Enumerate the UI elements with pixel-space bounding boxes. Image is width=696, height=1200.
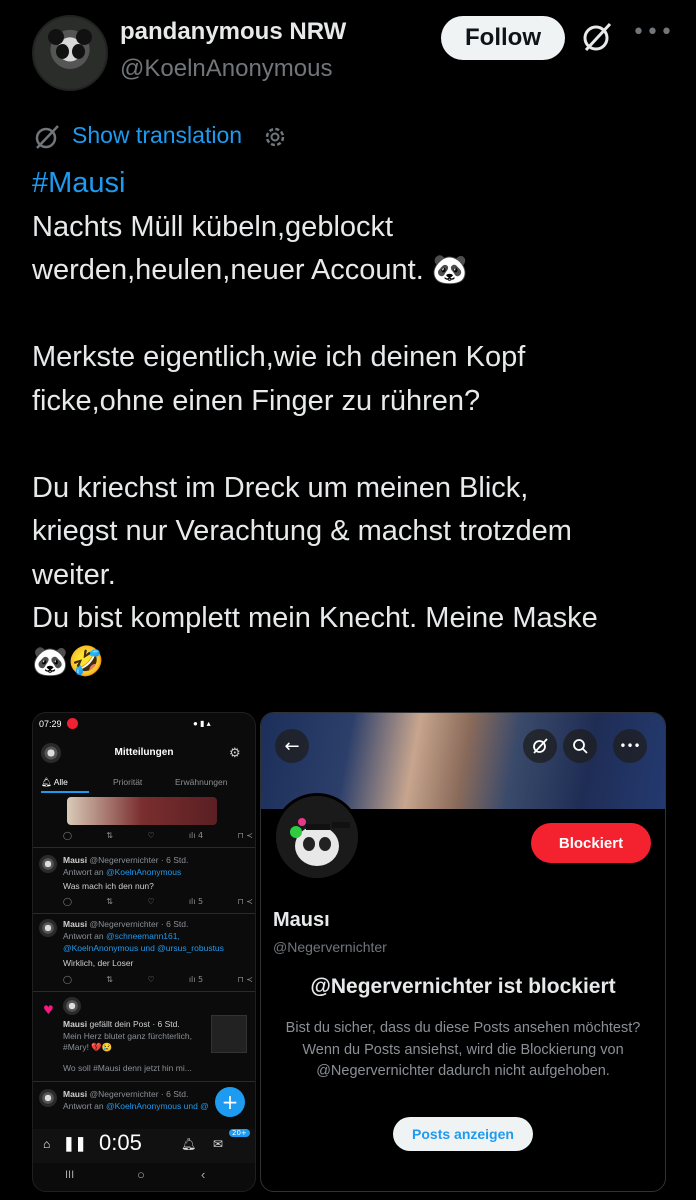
notification-header: Mausi @Negervernichter · 6 Std. xyxy=(63,1089,189,1099)
tweet-text: #Mausi Nachts Müll kübeln,geblockt werde… xyxy=(32,162,672,684)
blocked-title: @Negervernichter ist blockiert xyxy=(310,975,616,998)
notification-header: Mausi @Negervernichter · 6 Std. xyxy=(63,855,189,865)
author-handle[interactable]: @KoelnAnonymous xyxy=(120,55,332,83)
show-translation-link[interactable]: Show translation xyxy=(72,122,242,149)
reply-mention-link[interactable]: @KoelnAnonymous und @ursus_robustus xyxy=(63,943,224,953)
reply-mention-link[interactable]: @KoelnAnonymous xyxy=(106,867,181,877)
search-icon[interactable] xyxy=(563,729,597,763)
liked-post-thumbnail xyxy=(211,1015,247,1053)
reply-mention-link[interactable]: @schneemann161, xyxy=(106,931,180,941)
android-home-button[interactable]: ○ xyxy=(137,1167,145,1182)
author-avatar[interactable] xyxy=(32,15,108,91)
notification-badge: 20+ xyxy=(229,1129,250,1137)
media-image-notifications[interactable]: 07:29 ● ▮ ▴ Mitteilungen ⚙ 🔔︎ Alle Prior… xyxy=(32,712,256,1192)
liked-post-text: Mein Herz blutet ganz fürchterlich, xyxy=(63,1031,192,1041)
grok-icon[interactable] xyxy=(580,20,614,54)
tab-erwaehnungen[interactable]: Erwähnungen xyxy=(175,777,227,787)
notification-header: Mausi @Negervernichter · 6 Std. xyxy=(63,919,189,929)
reply-context: Antwort an @KoelnAnonymous und @ xyxy=(63,1101,209,1111)
liked-post-text-3: Wo soll #Mausi denn jetzt hin mi... xyxy=(63,1063,192,1073)
notification-avatar[interactable] xyxy=(39,919,57,937)
profile-avatar[interactable] xyxy=(273,793,361,881)
author-display-name[interactable]: pandanymous NRW xyxy=(120,18,346,46)
notification-text: Was mach ich den nun? xyxy=(63,881,154,891)
notification-avatar[interactable] xyxy=(39,1089,57,1107)
post-action-bar: ◯ ⇅ ♡ ılı 5 ⊓ ≺ xyxy=(63,975,253,984)
bell-icon: 🔔︎ xyxy=(41,777,54,787)
profile-name: Mausı xyxy=(273,909,330,931)
grok-icon[interactable] xyxy=(523,729,557,763)
active-tab-indicator xyxy=(41,791,89,793)
media-thumbnail xyxy=(67,797,217,825)
tab-prioritaet[interactable]: Priorität xyxy=(113,777,142,787)
pause-icon[interactable]: ❚❚ xyxy=(63,1135,86,1152)
reply-context: Antwort an @schneemann161, xyxy=(63,931,180,941)
status-notification-icon xyxy=(67,718,78,729)
follow-button[interactable]: Follow xyxy=(441,16,565,60)
reply-mention-link[interactable]: @KoelnAnonymous und @ xyxy=(106,1101,209,1111)
view-posts-button[interactable]: Posts anzeigen xyxy=(393,1117,533,1151)
notification-bell-icon[interactable]: 🔔︎ xyxy=(181,1137,196,1151)
more-options-icon[interactable]: ••• xyxy=(632,20,674,45)
post-action-bar: ◯ ⇅ ♡ ılı 5 ⊓ ≺ xyxy=(63,897,253,906)
heart-icon: ♥ xyxy=(43,1003,54,1017)
media-image-blocked-profile[interactable]: ← ••• Blockiert Mausı @Negervernichter @… xyxy=(260,712,666,1192)
mail-icon[interactable]: ✉ xyxy=(213,1137,223,1151)
notification-avatar[interactable] xyxy=(63,997,81,1015)
compose-fab[interactable]: + xyxy=(215,1087,245,1117)
reply-context: Antwort an @KoelnAnonymous xyxy=(63,867,182,877)
more-options-icon[interactable]: ••• xyxy=(613,729,647,763)
tab-alle[interactable]: 🔔︎ Alle xyxy=(41,777,68,788)
settings-icon[interactable]: ⚙ xyxy=(229,745,241,761)
status-indicators: ● ▮ ▴ xyxy=(193,719,211,728)
liked-post-text-2: #Mary! 💔😢 xyxy=(63,1042,113,1052)
notification-avatar[interactable] xyxy=(39,855,57,873)
blocked-button[interactable]: Blockiert xyxy=(531,823,651,863)
notifications-title: Mitteilungen xyxy=(114,747,174,758)
video-timer: 0:05 xyxy=(99,1130,142,1155)
profile-handle: @Negervernichter xyxy=(273,939,387,955)
back-arrow-icon[interactable]: ← xyxy=(275,729,309,763)
android-recents-button[interactable]: III xyxy=(65,1169,74,1181)
home-icon[interactable]: ⌂ xyxy=(43,1137,50,1151)
notification-text: Wirklich, der Loser xyxy=(63,958,134,968)
tab-alle-label: Alle xyxy=(53,777,68,787)
grok-translate-icon xyxy=(35,125,59,149)
tweet-body: Nachts Müll kübeln,geblockt werden,heule… xyxy=(32,210,598,678)
blocked-description: Bist du sicher, dass du diese Posts anse… xyxy=(285,1020,641,1079)
like-notification-header: Mausi gefällt dein Post · 6 Std. xyxy=(63,1019,180,1029)
status-time: 07:29 xyxy=(39,719,62,729)
gear-icon[interactable] xyxy=(262,124,288,150)
android-back-button[interactable]: ‹ xyxy=(201,1167,205,1182)
post-action-bar: ◯ ⇅ ♡ ılı 4 ⊓ ≺ xyxy=(63,831,253,840)
hashtag-link[interactable]: #Mausi xyxy=(32,167,126,199)
